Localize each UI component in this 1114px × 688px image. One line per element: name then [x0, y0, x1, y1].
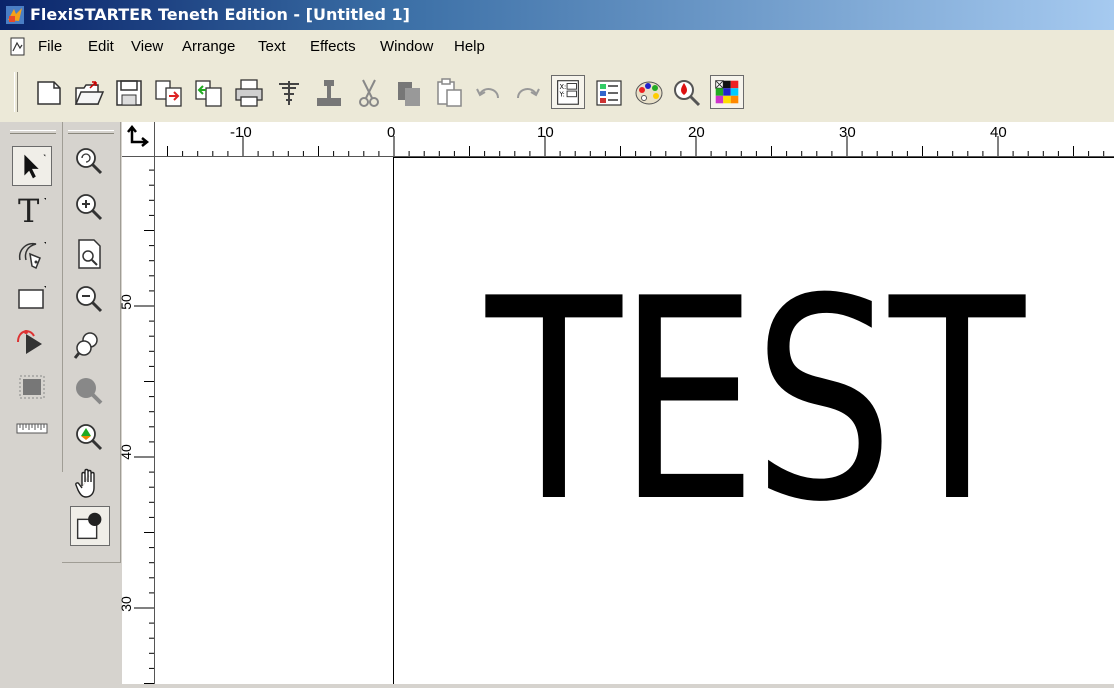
- menu-window[interactable]: Window: [380, 38, 433, 55]
- layout-view-icon[interactable]: [592, 76, 626, 110]
- new-document-icon[interactable]: [32, 76, 66, 110]
- ruler-label-minus-10: -10: [230, 124, 252, 141]
- ruler-label-10: 10: [537, 124, 554, 141]
- copy-icon[interactable]: [392, 76, 426, 110]
- scissors-cut-icon[interactable]: [352, 76, 386, 110]
- ruler-label-30: 30: [839, 124, 856, 141]
- save-disk-icon[interactable]: [112, 76, 146, 110]
- spot-color-icon[interactable]: [670, 76, 704, 110]
- title-bar: FlexiSTARTER Teneth Edition - [Untitled …: [0, 0, 1114, 30]
- undo-icon[interactable]: [472, 76, 506, 110]
- color-swatch-icon[interactable]: [710, 75, 744, 109]
- zoom-previous-icon[interactable]: [70, 142, 110, 182]
- ruler-label-30-vertical: 30: [117, 596, 134, 612]
- canvas-text-object[interactable]: TEST: [486, 262, 1025, 540]
- flexi-app-icon: [6, 6, 24, 24]
- pen-tool-icon[interactable]: [12, 234, 52, 274]
- ruler-label-20: 20: [688, 124, 705, 141]
- vertical-ruler[interactable]: 50 40 30: [118, 156, 155, 684]
- document-icon[interactable]: [8, 37, 28, 57]
- ruler-label-0: 0: [387, 124, 396, 141]
- rectangle-tool-icon[interactable]: [12, 278, 52, 318]
- standard-toolbar: X: Y:: [0, 62, 1114, 123]
- select-arrow-icon[interactable]: [12, 146, 52, 186]
- svg-text:Y:: Y:: [559, 91, 565, 99]
- ruler-label-40: 40: [990, 124, 1007, 141]
- ruler-origin-icon: [127, 124, 150, 147]
- ruler-label-50: 50: [117, 294, 134, 310]
- zoom-all-icon[interactable]: [70, 372, 110, 412]
- menu-file[interactable]: File: [38, 38, 62, 55]
- export-icon[interactable]: [192, 76, 226, 110]
- zoom-out-icon[interactable]: [70, 280, 110, 320]
- ruler-label-40-vertical: 40: [117, 444, 134, 460]
- window-title: FlexiSTARTER Teneth Edition - [Untitled …: [30, 5, 410, 24]
- paste-clipboard-icon[interactable]: [432, 76, 466, 110]
- menu-edit[interactable]: Edit: [88, 38, 114, 55]
- fill-tool-icon[interactable]: [12, 366, 52, 406]
- menu-text[interactable]: Text: [258, 38, 286, 55]
- menu-view[interactable]: View: [131, 38, 163, 55]
- menu-arrange[interactable]: Arrange: [182, 38, 235, 55]
- zoom-selection-icon[interactable]: [70, 326, 110, 366]
- zoom-in-icon[interactable]: [70, 188, 110, 228]
- toolbar-grip[interactable]: [14, 72, 18, 112]
- position-size-icon[interactable]: X: Y:: [551, 75, 585, 109]
- production-manager-icon[interactable]: [312, 76, 346, 110]
- cut-plot-icon[interactable]: [272, 76, 306, 110]
- redo-icon[interactable]: [510, 76, 544, 110]
- tool-panels: T: [0, 122, 122, 684]
- zoom-page-icon[interactable]: [70, 234, 110, 274]
- measure-ruler-icon[interactable]: [12, 410, 52, 450]
- zoom-toolbox: [62, 122, 121, 563]
- toolbox-grip[interactable]: [10, 130, 56, 134]
- text-tool-icon[interactable]: T: [12, 190, 52, 230]
- svg-text:T: T: [18, 192, 40, 230]
- menu-help[interactable]: Help: [454, 38, 485, 55]
- zoom-color-icon[interactable]: [70, 418, 110, 458]
- pan-hand-icon[interactable]: [70, 464, 110, 504]
- color-palette-icon[interactable]: [632, 76, 666, 110]
- open-folder-icon[interactable]: [72, 76, 106, 110]
- horizontal-ruler-ticks: [167, 136, 1105, 156]
- import-icon[interactable]: [152, 76, 186, 110]
- main-toolbox: T: [8, 122, 63, 472]
- menu-bar: File Edit View Arrange Text Effects Wind…: [0, 30, 1114, 62]
- horizontal-ruler[interactable]: -10 0 10 20 30 40: [122, 122, 1114, 157]
- print-icon[interactable]: [232, 76, 266, 110]
- ruler-origin-corner[interactable]: [122, 122, 155, 157]
- shape-edit-icon[interactable]: [12, 322, 52, 362]
- fill-stroke-icon[interactable]: [70, 506, 110, 546]
- zoom-toolbox-grip[interactable]: [68, 130, 114, 134]
- menu-effects[interactable]: Effects: [310, 38, 356, 55]
